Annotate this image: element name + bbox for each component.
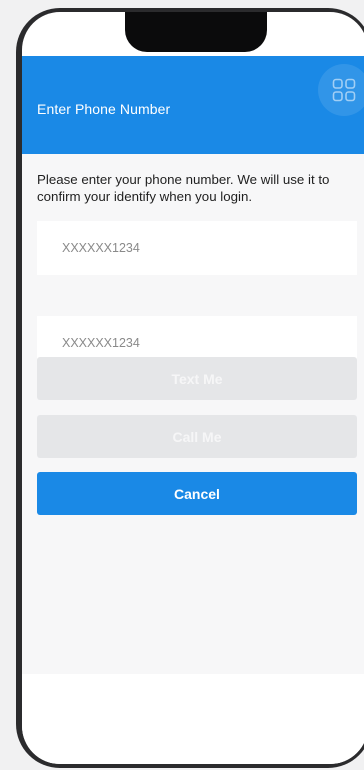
instruction-text: Please enter your phone number. We will … <box>37 172 330 204</box>
app-header: Enter Phone Number <box>22 56 364 154</box>
phone-number-input[interactable] <box>37 221 357 275</box>
call-me-button[interactable]: Call Me <box>37 415 357 458</box>
bottom-safe-area <box>22 674 364 764</box>
page-title: Enter Phone Number <box>37 101 171 117</box>
grid-icon <box>332 78 356 102</box>
cancel-button[interactable]: Cancel <box>37 472 357 515</box>
phone-number-field[interactable] <box>37 221 357 275</box>
app-screen: Enter Phone Number Please enter your pho… <box>22 12 364 764</box>
device-notch <box>125 12 267 52</box>
text-me-button[interactable]: Text Me <box>37 357 357 400</box>
grid-menu-button[interactable] <box>318 64 364 116</box>
